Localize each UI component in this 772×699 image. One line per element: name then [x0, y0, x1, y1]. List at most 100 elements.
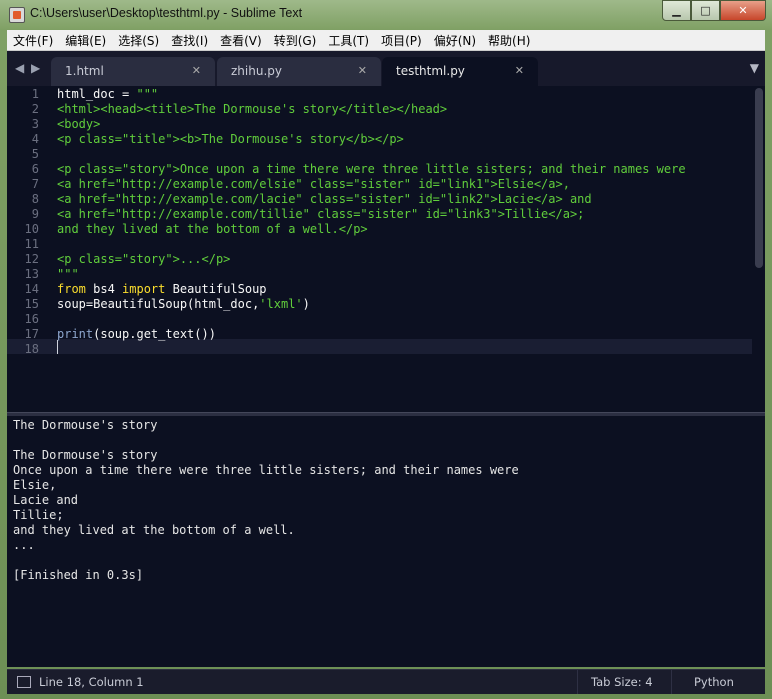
- code-line[interactable]: <a href="http://example.com/tillie" clas…: [57, 207, 584, 221]
- code-token: (soup.get_text()): [93, 327, 216, 341]
- build-output-panel: The Dormouse's story The Dormouse's story…: [7, 416, 765, 667]
- app-window: C:\Users\user\Desktop\testhtml.py - Subl…: [0, 0, 772, 699]
- minimize-button[interactable]: ▁: [662, 0, 691, 21]
- line-number: 5: [31, 147, 39, 161]
- code-line[interactable]: <a href="http://example.com/elsie" class…: [57, 177, 570, 191]
- line-number: 14: [24, 282, 39, 296]
- code-token: <body>: [57, 117, 101, 131]
- code-line[interactable]: html_doc = """: [57, 87, 158, 101]
- code-token: BeautifulSoup: [165, 282, 267, 296]
- code-line[interactable]: <p class="story">...</p>: [57, 252, 230, 266]
- text-caret: [57, 340, 58, 354]
- status-divider: [577, 670, 578, 694]
- code-token: <p class="title"><b>The Dormouse's story…: [57, 132, 404, 146]
- line-number: 13: [24, 267, 39, 281]
- code-token: <p class="story">Once upon a time there …: [57, 162, 686, 176]
- tab-close-icon[interactable]: ✕: [192, 64, 201, 77]
- code-line[interactable]: <p class="title"><b>The Dormouse's story…: [57, 132, 404, 146]
- tab-testhtml-py[interactable]: testhtml.py ✕: [382, 57, 538, 86]
- cursor-position: Line 18, Column 1: [39, 675, 144, 689]
- tab-size-selector[interactable]: Tab Size: 4: [591, 675, 653, 689]
- code-line[interactable]: """: [57, 267, 79, 281]
- output-line: ...: [13, 538, 35, 552]
- minimize-icon: ▁: [672, 4, 681, 17]
- tab-close-icon[interactable]: ✕: [358, 64, 367, 77]
- status-bar: Line 18, Column 1 Tab Size: 4 Python: [7, 669, 765, 694]
- code-token: and they lived at the bottom of a well.<…: [57, 222, 368, 236]
- menu-preferences[interactable]: 偏好(N): [428, 32, 482, 49]
- line-number: 1: [31, 87, 39, 101]
- line-number: 6: [31, 162, 39, 176]
- line-number: 4: [31, 132, 39, 146]
- title-bar[interactable]: C:\Users\user\Desktop\testhtml.py - Subl…: [0, 0, 772, 30]
- code-line[interactable]: <html><head><title>The Dormouse's story<…: [57, 102, 447, 116]
- menu-edit[interactable]: 编辑(E): [59, 32, 112, 49]
- line-number: 17: [24, 327, 39, 341]
- output-line: Lacie and: [13, 493, 79, 507]
- code-token: <a href="http://example.com/elsie" class…: [57, 177, 570, 191]
- window-controls: ▁ □ ✕: [662, 0, 766, 21]
- line-number: 10: [24, 222, 39, 236]
- code-token: bs4: [85, 282, 123, 296]
- tab-close-icon[interactable]: ✕: [515, 64, 524, 77]
- output-line: The Dormouse's story: [13, 418, 158, 432]
- line-number: 16: [24, 312, 39, 326]
- status-divider: [671, 670, 672, 694]
- window-title: C:\Users\user\Desktop\testhtml.py - Subl…: [30, 6, 303, 20]
- tab-zhihu-py[interactable]: zhihu.py ✕: [217, 57, 381, 86]
- code-token: <html><head><title>The Dormouse's story<…: [57, 102, 448, 116]
- code-token: <a href="http://example.com/lacie" class…: [57, 192, 592, 206]
- panel-toggle-icon[interactable]: [17, 676, 31, 688]
- code-editor[interactable]: 1 2 3 4 5 6 7 8 9 10 11 12 13 14 15 16 17 18 html_doc = "…: [7, 86, 765, 412]
- output-line: Tillie;: [13, 508, 64, 522]
- code-token: """: [136, 87, 159, 101]
- tab-bar: ◀ ▶ 1.html ✕ zhihu.py ✕ testhtml.py ✕ ▼: [7, 51, 765, 86]
- code-token: """: [57, 267, 79, 281]
- menu-file[interactable]: 文件(F): [7, 32, 59, 49]
- code-line[interactable]: <body>: [57, 117, 100, 131]
- code-line[interactable]: <a href="http://example.com/lacie" class…: [57, 192, 592, 206]
- close-window-button[interactable]: ✕: [720, 0, 766, 21]
- code-token: html_doc =: [57, 87, 137, 101]
- line-number: 3: [31, 117, 39, 131]
- line-number: 15: [24, 297, 39, 311]
- line-number: 12: [24, 252, 39, 266]
- code-token: import: [122, 282, 166, 296]
- code-token: ): [302, 297, 310, 311]
- menu-project[interactable]: 项目(P): [375, 32, 428, 49]
- menu-tools[interactable]: 工具(T): [322, 32, 375, 49]
- tab-label: zhihu.py: [231, 64, 282, 78]
- code-line[interactable]: soup=BeautifulSoup(html_doc,'lxml'): [57, 297, 310, 311]
- tab-nav-right-icon[interactable]: ▶: [31, 61, 40, 75]
- line-number: 9: [31, 207, 39, 221]
- tab-label: testhtml.py: [396, 64, 465, 78]
- code-line[interactable]: from bs4 import BeautifulSoup: [57, 282, 267, 296]
- tab-1-html[interactable]: 1.html ✕: [51, 57, 215, 86]
- current-line-highlight: [7, 339, 752, 354]
- code-token: <p class="story">...</p>: [57, 252, 231, 266]
- code-token: 'lxml': [259, 297, 303, 311]
- line-number: 8: [31, 192, 39, 206]
- line-number-gutter: 1 2 3 4 5 6 7 8 9 10 11 12 13 14 15 16 17 18: [7, 86, 47, 412]
- syntax-selector[interactable]: Python: [694, 675, 734, 689]
- code-line[interactable]: <p class="story">Once upon a time there …: [57, 162, 686, 176]
- code-line[interactable]: print(soup.get_text()): [57, 327, 216, 341]
- menu-view[interactable]: 查看(V): [214, 32, 268, 49]
- tab-nav-left-icon[interactable]: ◀: [15, 61, 24, 75]
- menu-help[interactable]: 帮助(H): [482, 32, 536, 49]
- output-line: The Dormouse's story: [13, 448, 158, 462]
- menu-goto[interactable]: 转到(G): [268, 32, 323, 49]
- tab-dropdown-icon[interactable]: ▼: [750, 61, 759, 75]
- code-token: from: [57, 282, 86, 296]
- output-line: and they lived at the bottom of a well.: [13, 523, 295, 537]
- menu-selection[interactable]: 选择(S): [112, 32, 165, 49]
- editor-scrollbar[interactable]: [755, 88, 763, 268]
- code-token: <a href="http://example.com/tillie" clas…: [57, 207, 585, 221]
- menu-find[interactable]: 查找(I): [165, 32, 214, 49]
- maximize-button[interactable]: □: [691, 0, 720, 21]
- code-line[interactable]: and they lived at the bottom of a well.<…: [57, 222, 368, 236]
- line-number: 11: [24, 237, 39, 251]
- output-line: Elsie,: [13, 478, 57, 492]
- output-line: Once upon a time there were three little…: [13, 463, 519, 477]
- sublime-app-icon[interactable]: [9, 7, 25, 23]
